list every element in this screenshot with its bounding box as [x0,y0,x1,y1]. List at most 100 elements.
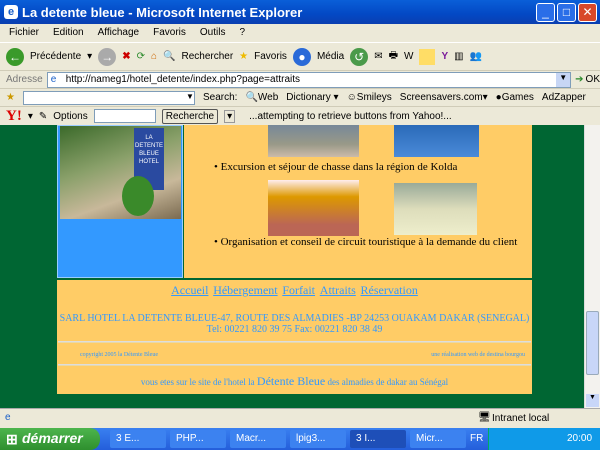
search-dropdown-icon[interactable]: ▼ [186,92,194,101]
footer-nav: Accueil Hébergement Forfait Attraits Rés… [57,283,532,298]
address-label: Adresse [6,74,43,85]
window-title: La detente bleue - Microsoft Internet Ex… [22,5,303,20]
fishing-photo-2 [394,125,479,157]
pencil-icon: ✎ [38,110,48,122]
task-ie[interactable]: 3 I... [350,430,406,448]
address-bar: Adresse e http://nameg1/hotel_detente/in… [0,70,600,88]
yahoo-search-button[interactable]: Recherche [161,108,219,124]
taskbar: ⊞ démarrer 3 E... PHP... Macr... lpig3...… [0,428,600,450]
tagline-pre: vous etes sur le site de l'hotel la [140,377,255,387]
nav-forfait[interactable]: Forfait [282,283,315,297]
search-toolbar: ★ ▼ Search: 🔍Web Dictionary ▾ ☺Smileys S… [0,88,600,106]
games-button[interactable]: ●Games [496,92,534,103]
clock: 20:00 [567,433,593,444]
media-button[interactable]: Média [317,51,344,62]
dictionary-button[interactable]: Dictionary ▾ [286,92,338,103]
menu-fichier[interactable]: Fichier [9,27,39,42]
tagline-post: des almadies de dakar au Sénégal [327,377,449,387]
yahoo-dropdown-icon[interactable]: ▾ [28,111,33,122]
page-status-icon: e [5,412,11,423]
menu-help[interactable]: ? [239,27,245,42]
messenger-icon[interactable]: Y [441,51,448,62]
address-url: http://nameg1/hotel_detente/index.php?pa… [65,73,301,85]
web-page: LA DETENTE BLEUE HOTEL Excursion et séjo… [0,125,584,408]
back-dropdown-icon[interactable]: ▾ [87,51,92,62]
yahoo-search-dropdown[interactable]: ▾ [224,109,236,123]
fishing-photo-1 [268,125,359,157]
task-lpig[interactable]: lpig3... [290,430,346,448]
task-php[interactable]: PHP... [170,430,226,448]
bush [122,176,154,216]
close-button[interactable]: ✕ [578,3,597,22]
hotel-address: SARL HOTEL LA DETENTE BLEUE-47, ROUTE DE… [59,313,530,324]
divider [58,364,531,366]
yahoo-logo[interactable]: Y! [6,108,22,125]
menu-edition[interactable]: Edition [53,27,84,42]
options-button[interactable]: Options [53,111,87,122]
left-column: LA DETENTE BLEUE HOTEL [57,125,183,278]
windows-logo-icon: ⊞ [6,431,18,447]
go-button[interactable]: OK [586,74,600,85]
vertical-scrollbar[interactable]: ▼ [584,125,600,408]
task-macromedia[interactable]: Macr... [230,430,286,448]
nav-reservation[interactable]: Réservation [361,283,418,297]
toolbar: ← Précédente ▾ → ✖ ⟳ ⌂ 🔍 Rechercher ★ Fav… [0,42,600,70]
stop-icon[interactable]: ✖ [122,51,130,62]
minimize-button[interactable]: _ [536,3,555,22]
nav-hebergement[interactable]: Hébergement [213,283,277,297]
web-button[interactable]: 🔍Web [245,92,278,103]
tagline-name: Détente Bleue [256,374,326,388]
scroll-down-button[interactable]: ▼ [586,394,599,407]
go-arrow-icon[interactable]: ➔ [575,74,583,85]
menu-outils[interactable]: Outils [200,27,226,42]
hotel-phone: Tel: 00221 820 39 75 Fax: 00221 820 38 4… [206,324,383,335]
menu-affichage[interactable]: Affichage [98,27,140,42]
status-bar: e 🖥 Intranet local [0,408,600,427]
research-icon[interactable]: ▥ [454,51,463,62]
note-icon[interactable] [419,48,436,65]
task-microsoft[interactable]: Micr... [410,430,466,448]
favorites-button[interactable]: Favoris [254,51,287,62]
content-column: Excursion et séjour de chasse dans la ré… [184,125,532,278]
smileys-button[interactable]: ☺Smileys [347,92,392,103]
back-icon[interactable]: ← [6,47,24,66]
media-icon: ● [292,47,311,66]
task-explorer[interactable]: 3 E... [110,430,166,448]
menu-bar: Fichier Edition Affichage Favoris Outils… [0,24,600,42]
credit-link[interactable]: une réalisation web de destina bourgou [431,352,525,364]
footer: Accueil Hébergement Forfait Attraits Rés… [57,279,532,394]
page-icon: e [50,73,57,85]
search-input[interactable]: ▼ [22,90,195,105]
favorites-star-icon: ★ [239,51,249,62]
search-icon: 🔍 [163,51,176,62]
maximize-button[interactable]: □ [557,3,576,22]
scrollbar-thumb[interactable] [586,311,599,375]
adzapper-button[interactable]: AdZapper [542,92,586,103]
menu-favoris[interactable]: Favoris [153,27,186,42]
start-button[interactable]: ⊞ démarrer [0,428,100,450]
start-label: démarrer [22,430,83,446]
yahoo-status: ...attempting to retrieve buttons from Y… [249,110,452,122]
nav-attraits[interactable]: Attraits [320,283,356,297]
bullet-circuit: Organisation et conseil de circuit touri… [214,236,518,248]
search-label: Search: [202,92,238,103]
back-button[interactable]: Précédente [30,51,81,62]
home-icon[interactable]: ⌂ [151,51,157,62]
address-input[interactable]: e http://nameg1/hotel_detente/index.php?… [46,71,572,88]
forward-icon[interactable]: → [98,47,117,66]
system-tray: 20:00 [488,428,600,450]
intranet-icon: 🖥 [478,412,491,423]
refresh-icon[interactable]: ⟳ [137,51,145,62]
screensavers-button[interactable]: Screensavers.com▾ [400,92,488,103]
language-indicator[interactable]: FR [470,433,483,444]
history-icon[interactable]: ↺ [350,47,369,66]
address-dropdown[interactable]: ▼ [556,72,571,87]
msn-icon[interactable]: 👥 [470,51,482,62]
print-icon[interactable]: 🖶 [389,48,398,65]
mail-icon[interactable]: ✉ [374,51,382,62]
search-button[interactable]: Rechercher [181,51,233,62]
tagline: vous etes sur le site de l'hotel la Déte… [57,374,532,389]
yahoo-search-input[interactable] [93,109,156,123]
nav-accueil[interactable]: Accueil [171,283,208,297]
word-icon[interactable]: W [404,51,413,62]
